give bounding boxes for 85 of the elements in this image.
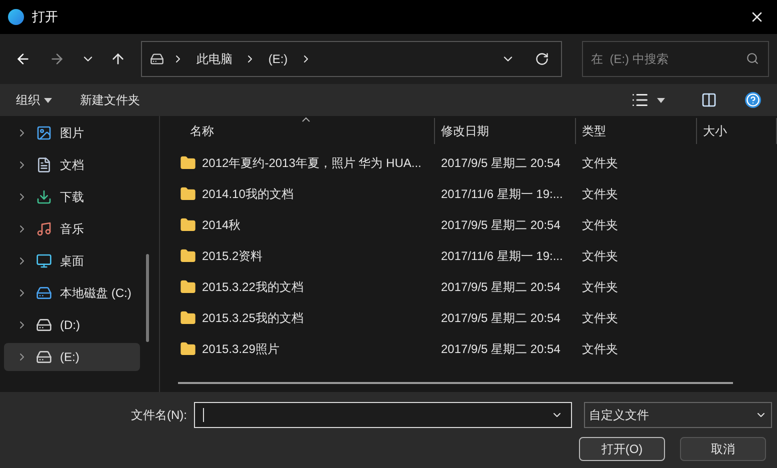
file-row[interactable]: 2014.10我的文档 2017/11/6 星期一 19:... 文件夹 [178,178,777,209]
preview-pane-button[interactable] [701,92,717,108]
file-row[interactable]: 2015.3.29照片 2017/9/5 星期二 20:54 文件夹 [178,333,777,364]
file-row[interactable]: 2014秋 2017/9/5 星期二 20:54 文件夹 [178,209,777,240]
window-title: 打开 [32,8,58,26]
column-header[interactable]: 修改日期 [435,118,576,144]
breadcrumb[interactable]: (E:) [264,50,292,68]
desktop-icon [36,253,52,269]
modified-date: 2017/9/5 星期二 20:54 [440,340,562,358]
file-type: 文件夹 [581,154,619,172]
file-type: 文件夹 [581,340,619,358]
scrollbar-thumb[interactable] [146,254,149,342]
drive-icon [36,349,52,365]
file-name: 2014.10我的文档 [202,186,294,202]
sidebar-item[interactable]: 音乐 [4,215,140,243]
file-type-dropdown[interactable]: 自定义文件 [584,402,772,428]
preview-pane-icon [701,92,717,108]
folder-icon [180,340,196,356]
search-field[interactable]: 在 (E:) 中搜索 [582,41,769,77]
folder-icon [180,310,196,326]
dialog-button[interactable]: 打开(O) [579,437,665,461]
drive-icon [36,285,52,301]
file-name: 2012年夏约-2013年夏，照片 华为 HUA... [202,154,422,172]
column-header[interactable]: 类型 [576,118,697,144]
music-icon [36,221,52,237]
back-arrow-icon [14,51,31,67]
help-icon [746,93,760,107]
folder-icon [180,216,196,232]
download-icon [36,189,52,205]
file-type: 文件夹 [581,278,619,296]
sort-ascending-icon [302,117,310,122]
file-row[interactable]: 2015.3.25我的文档 2017/9/5 星期二 20:54 文件夹 [178,302,777,333]
sidebar-item[interactable]: (D:) [4,311,140,339]
file-name: 2015.3.29照片 [202,340,280,358]
column-header[interactable]: 名称 [178,118,435,144]
modified-date: 2017/9/5 星期二 20:54 [440,278,562,296]
modified-date: 2017/9/5 星期二 20:54 [440,154,562,172]
file-type: 文件夹 [581,248,619,264]
file-name: 2015.3.25我的文档 [202,310,304,326]
file-type: 文件夹 [581,186,619,202]
forward-arrow-icon [48,51,65,67]
modified-date: 2017/9/5 星期二 20:54 [440,216,562,234]
sidebar-item[interactable]: 下载 [4,183,140,211]
refresh-button[interactable] [535,52,550,66]
search-icon [746,52,759,65]
help-button[interactable] [745,92,761,108]
file-row[interactable]: 2015.2资料 2017/11/6 星期一 19:... 文件夹 [178,240,777,271]
address-bar[interactable]: 此电脑 (E:) [141,41,562,77]
folder-icon [180,248,196,264]
sidebar-item[interactable]: (E:) [4,343,140,371]
filename-label: 文件名(N): [131,407,188,424]
folder-icon [180,154,196,170]
modified-date: 2017/9/5 星期二 20:54 [440,310,562,326]
drive-icon [150,52,164,66]
file-type: 文件夹 [581,216,619,234]
drive-icon [36,317,52,333]
text-cursor [203,408,204,422]
view-options-button[interactable] [631,91,665,109]
file-name: 2015.2资料 [202,248,263,264]
command-button[interactable]: 组织 [16,91,52,109]
file-row[interactable]: 2015.3.22我的文档 2017/9/5 星期二 20:54 文件夹 [178,271,777,302]
file-row[interactable]: 2012年夏约-2013年夏，照片 华为 HUA... 2017/9/5 星期二 20:54 文件夹 [178,147,777,178]
file-type: 文件夹 [581,310,619,326]
sidebar-item[interactable]: 图片 [4,119,140,147]
file-name: 2014秋 [202,216,241,234]
folder-icon [180,278,196,294]
dialog-button[interactable]: 取消 [680,437,766,461]
modified-date: 2017/11/6 星期一 19:... [440,186,564,202]
modified-date: 2017/11/6 星期一 19:... [440,248,564,264]
folder-icon [180,186,196,202]
app-logo-icon [8,9,24,25]
list-view-icon [631,91,649,109]
sidebar-item[interactable]: 桌面 [4,247,140,275]
sidebar-item[interactable]: 本地磁盘 (C:) [4,279,140,307]
file-name: 2015.3.22我的文档 [202,278,304,296]
refresh-icon [535,52,550,66]
horizontal-scrollbar[interactable] [178,382,733,384]
filename-field[interactable] [194,402,572,428]
sidebar-item[interactable]: 文档 [4,151,140,179]
column-header[interactable]: 大小 [697,118,777,144]
picture-icon [36,125,52,141]
caret-icon [657,98,665,102]
document-icon [36,157,52,173]
command-button[interactable]: 新建文件夹 [80,91,140,109]
breadcrumb[interactable]: 此电脑 [192,50,236,68]
